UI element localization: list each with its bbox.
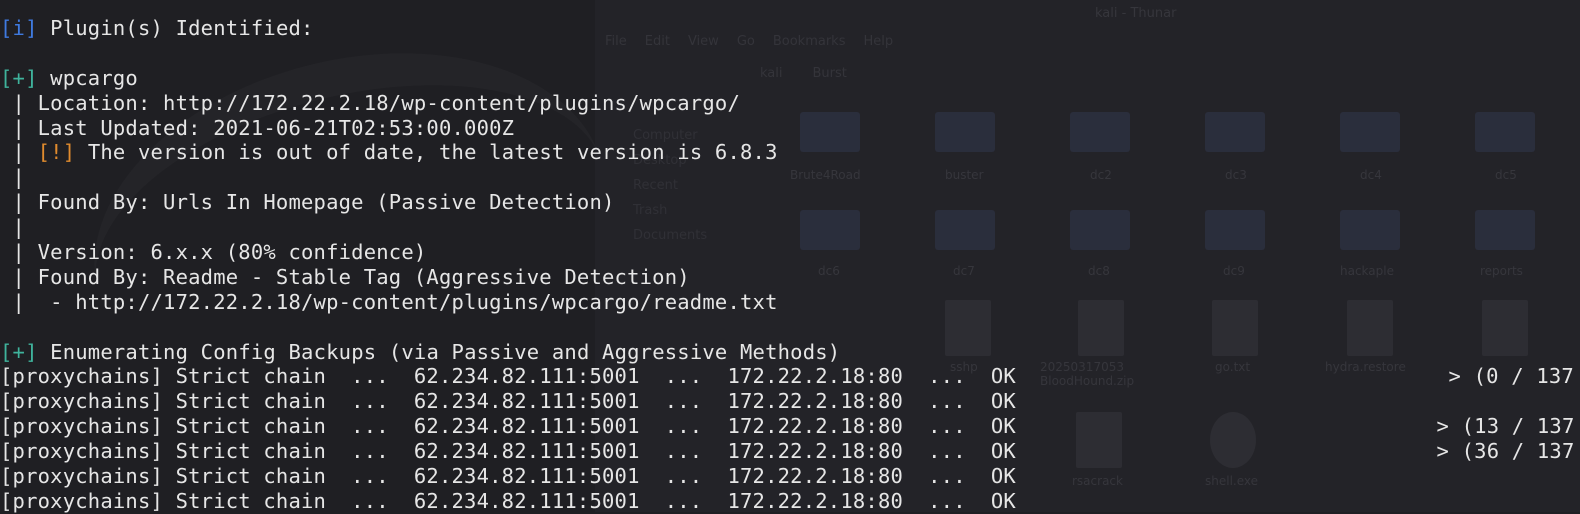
- proxychains-line: [proxychains] Strict chain ... 62.234.82…: [0, 389, 1580, 414]
- line-text: [proxychains] Strict chain ... 62.234.82…: [0, 439, 1016, 464]
- pipe-line: |: [0, 165, 26, 190]
- line-prefix: |: [0, 140, 38, 165]
- outdated-warning-line: | [!] The version is out of date, the la…: [0, 140, 1580, 165]
- line-text: [proxychains] Strict chain ... 62.234.82…: [0, 389, 1016, 414]
- found-by-line: | Found By: Urls In Homepage (Passive De…: [0, 190, 615, 215]
- plus-tag: [+]: [0, 339, 38, 364]
- line-text: [proxychains] Strict chain ... 62.234.82…: [0, 488, 1016, 513]
- info-tag: [i]: [0, 16, 38, 40]
- location-line: | Location: http://172.22.2.18/wp-conten…: [0, 90, 740, 115]
- progress-text: > (36 / 137: [1424, 439, 1575, 464]
- line-text: [proxychains] Strict chain ... 62.234.82…: [0, 464, 1016, 489]
- line-text: [proxychains] Strict chain ... 62.234.82…: [0, 364, 1016, 389]
- proxychains-line: [proxychains] Strict chain ... 62.234.82…: [0, 364, 1580, 389]
- plugins-identified-line: [i] Plugin(s) Identified:: [0, 16, 1580, 41]
- proxychains-line: [proxychains] Strict chain ... 62.234.82…: [0, 464, 1580, 489]
- last-updated-line: | Last Updated: 2021-06-21T02:53:00.000Z: [0, 115, 515, 140]
- progress-text: > (0 / 137: [1436, 364, 1574, 389]
- config-backups-line: [+] Enumerating Config Backups (via Pass…: [0, 340, 1580, 365]
- plus-tag: [+]: [0, 65, 38, 90]
- progress-text: > (13 / 137: [1424, 414, 1575, 439]
- line-text: Enumerating Config Backups (via Passive …: [37, 339, 841, 364]
- found-by-line: | Found By: Readme - Stable Tag (Aggress…: [0, 264, 690, 289]
- line-text: [proxychains] Strict chain ... 62.234.82…: [0, 414, 1016, 439]
- proxychains-line: [proxychains] Strict chain ... 62.234.82…: [0, 489, 1580, 514]
- line-text: wpcargo: [37, 65, 138, 90]
- readme-url-line: | - http://172.22.2.18/wp-content/plugin…: [0, 289, 778, 314]
- line-text: The version is out of date, the latest v…: [75, 140, 778, 165]
- line-text: Plugin(s) Identified:: [37, 16, 314, 40]
- version-line: | Version: 6.x.x (80% confidence): [0, 240, 427, 265]
- terminal-output[interactable]: [i] Plugin(s) Identified: [+] wpcargo | …: [0, 16, 1580, 514]
- plugin-name-line: [+] wpcargo: [0, 66, 1580, 91]
- warning-tag: [!]: [37, 140, 76, 165]
- proxychains-line: [proxychains] Strict chain ... 62.234.82…: [0, 439, 1580, 464]
- pipe-line: |: [0, 215, 26, 240]
- proxychains-line: [proxychains] Strict chain ... 62.234.82…: [0, 414, 1580, 439]
